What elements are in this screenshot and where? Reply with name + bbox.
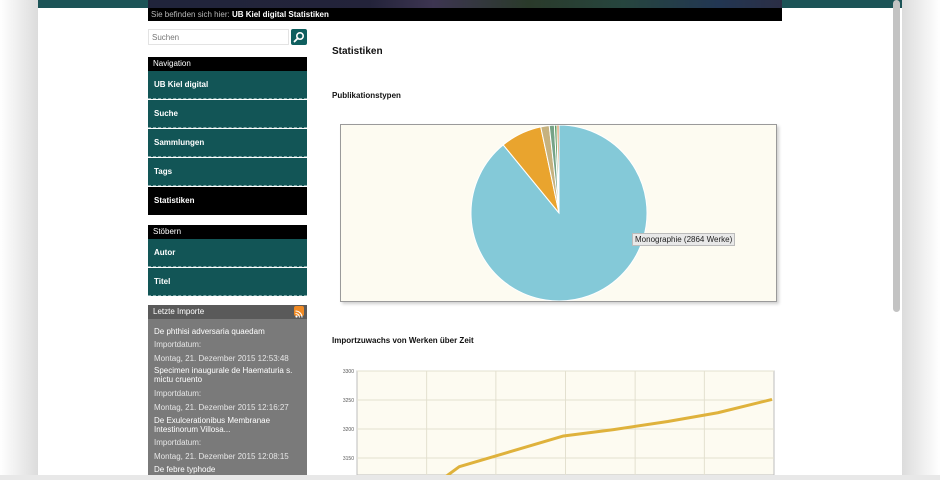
import-date: Montag, 21. Dezember 2015 12:16:27	[154, 403, 289, 412]
imports-list: De phthisi adversaria quaedam Importdatu…	[148, 319, 307, 475]
y-tick-label: 3150	[343, 456, 354, 462]
import-date-label: Importdatum:	[154, 340, 202, 349]
nav-item-sammlungen[interactable]: Sammlungen	[148, 129, 307, 157]
y-tick-label: 3200	[343, 427, 354, 433]
import-title[interactable]: De febre typhode	[154, 465, 304, 474]
rss-feed-icon[interactable]	[294, 306, 304, 318]
import-date: Montag, 21. Dezember 2015 12:53:48	[154, 354, 289, 363]
import-date: Montag, 21. Dezember 2015 12:08:15	[154, 452, 289, 461]
pie-section-title: Publikationstypen	[332, 91, 401, 100]
page-shadow-left	[0, 0, 38, 475]
search-box	[148, 29, 307, 45]
import-title[interactable]: De phthisi adversaria quaedam	[154, 327, 304, 336]
import-date-label: Importdatum:	[154, 438, 202, 447]
line-chart: 3300 3250 3200 3150	[332, 362, 782, 480]
pie-chart: Monographie (2864 Werke)	[340, 124, 777, 302]
page-title: Statistiken	[332, 46, 383, 57]
search-input[interactable]	[148, 29, 289, 45]
nav-item-suche[interactable]: Suche	[148, 100, 307, 128]
browse-item-titel[interactable]: Titel	[148, 268, 307, 296]
nav-item-statistiken[interactable]: Statistiken	[148, 187, 307, 215]
navigation-header: Navigation	[148, 57, 307, 71]
page-shadow-right	[902, 0, 940, 475]
import-date-label: Importdatum:	[154, 389, 202, 398]
breadcrumb: Sie befinden sich hier: UB Kiel digital …	[148, 8, 782, 21]
header-banner-image	[148, 0, 782, 8]
nav-item-tags[interactable]: Tags	[148, 158, 307, 186]
browse-header: Stöbern	[148, 225, 307, 239]
line-chart-svg: 3300 3250 3200 3150	[343, 369, 775, 480]
y-tick-label: 3300	[343, 369, 354, 375]
y-tick-label: 3250	[343, 398, 354, 404]
breadcrumb-current[interactable]: UB Kiel digital Statistiken	[232, 10, 329, 19]
breadcrumb-prefix: Sie befinden sich hier:	[151, 10, 230, 19]
line-section-title: Importzuwachs von Werken über Zeit	[332, 336, 474, 345]
browse-item-autor[interactable]: Autor	[148, 239, 307, 267]
page: Sie befinden sich hier: UB Kiel digital …	[38, 0, 902, 480]
pie-chart-svg	[470, 124, 648, 302]
search-button[interactable]	[291, 29, 307, 45]
import-title[interactable]: Specimen inaugurale de Haematuria s. mic…	[154, 366, 304, 384]
nav-item-ub-kiel-digital[interactable]: UB Kiel digital	[148, 71, 307, 99]
search-icon	[293, 31, 305, 43]
pie-tooltip: Monographie (2864 Werke)	[632, 233, 736, 246]
imports-header: Letzte Importe	[148, 305, 307, 319]
import-title[interactable]: De Exulcerationibus Membranae Intestinor…	[154, 416, 304, 434]
page-scrollbar[interactable]	[893, 0, 900, 312]
